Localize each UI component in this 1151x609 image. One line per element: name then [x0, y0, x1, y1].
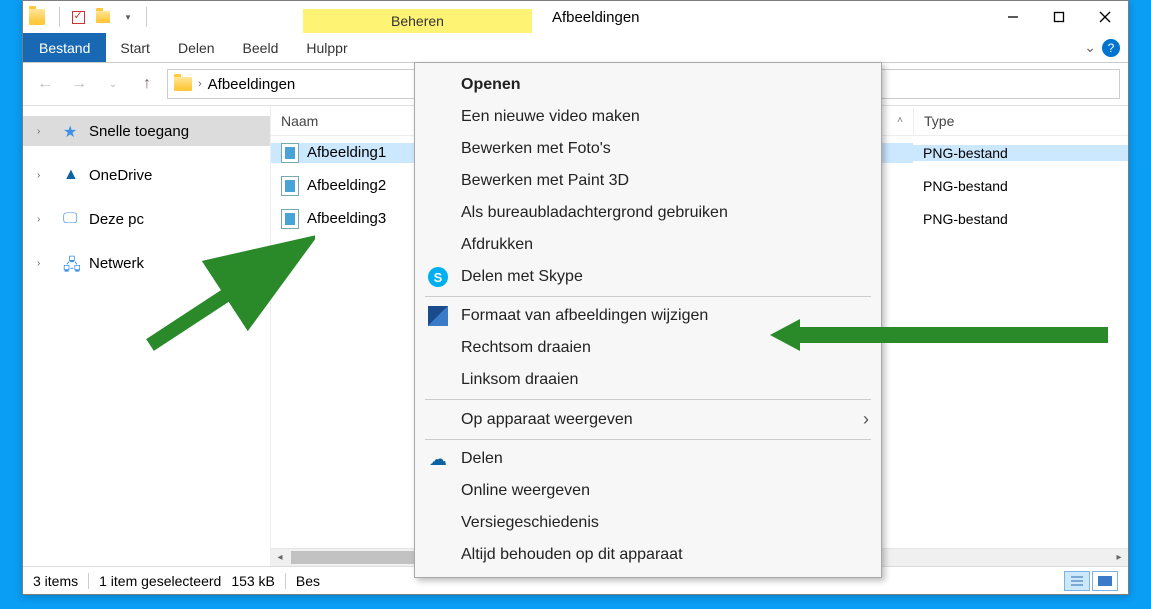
cm-rotate-left[interactable]: Linksom draaien — [415, 364, 881, 396]
cm-label: Delen met Skype — [461, 268, 583, 286]
star-icon: ★ — [63, 122, 81, 140]
ribbon-collapse-button[interactable]: ⌄ — [1084, 39, 1096, 56]
resize-icon — [427, 305, 449, 327]
file-type: PNG-bestand — [913, 178, 1128, 194]
skype-icon: S — [427, 266, 449, 288]
view-details-button[interactable] — [1064, 571, 1090, 591]
nav-back-button[interactable]: ← — [31, 70, 59, 98]
cm-view-online[interactable]: Online weergeven — [415, 475, 881, 507]
column-header-label: Naam — [281, 113, 318, 129]
cm-separator — [425, 296, 871, 297]
cm-always-keep[interactable]: Altijd behouden op dit apparaat — [415, 539, 881, 571]
cm-label: Op apparaat weergeven — [461, 411, 633, 429]
window-title: Afbeeldingen — [552, 9, 640, 26]
sidebar-item-quickaccess[interactable]: › ★ Snelle toegang — [23, 116, 270, 146]
ribbon-tab-tools[interactable]: Hulppr — [292, 33, 361, 62]
cm-new-video[interactable]: Een nieuwe video maken — [415, 101, 881, 133]
cm-label: Delen — [461, 450, 503, 468]
folder-icon — [174, 77, 192, 91]
maximize-button[interactable] — [1036, 1, 1082, 33]
minimize-icon — [1007, 11, 1019, 23]
app-folder-icon — [29, 9, 45, 25]
cm-separator — [425, 399, 871, 400]
cm-print[interactable]: Afdrukken — [415, 229, 881, 261]
status-extra: Bes — [296, 573, 320, 589]
sidebar-item-onedrive[interactable]: › ▲ OneDrive — [23, 160, 270, 190]
sort-indicator-icon: ˄ — [897, 115, 903, 126]
status-item-count: 3 items — [33, 573, 78, 589]
tree-chevron-icon[interactable]: › — [37, 214, 51, 225]
cm-edit-paint3d[interactable]: Bewerken met Paint 3D — [415, 165, 881, 197]
column-header-type[interactable]: Type — [913, 108, 1128, 134]
cm-label: Formaat van afbeeldingen wijzigen — [461, 307, 708, 325]
checkbox-icon — [72, 11, 85, 24]
breadcrumb-item[interactable]: Afbeeldingen — [208, 76, 296, 93]
ribbon-tab-start[interactable]: Start — [106, 33, 164, 62]
scroll-left-button[interactable]: ◂ — [271, 549, 289, 566]
file-type: PNG-bestand — [913, 145, 1128, 161]
titlebar: ▾ Beheren Afbeeldingen — [23, 1, 1128, 33]
tree-chevron-icon[interactable]: › — [37, 258, 51, 269]
annotation-arrow-left — [140, 235, 315, 355]
file-name: Afbeelding3 — [307, 210, 386, 227]
close-button[interactable] — [1082, 1, 1128, 33]
nav-recent-button[interactable]: ⌄ — [99, 70, 127, 98]
context-tab-group: Beheren — [303, 1, 532, 33]
close-icon — [1099, 11, 1111, 23]
cm-version-history[interactable]: Versiegeschiedenis — [415, 507, 881, 539]
nav-forward-button[interactable]: → — [65, 70, 93, 98]
qat-separator — [59, 7, 60, 27]
scroll-thumb[interactable] — [291, 551, 431, 564]
image-file-icon — [281, 176, 299, 196]
annotation-arrow-right — [770, 315, 1110, 355]
ribbon-tabs: Bestand Start Delen Beeld Hulppr ⌄ ? — [23, 33, 1128, 63]
statusbar-separator — [285, 573, 286, 589]
cm-open[interactable]: Openen — [415, 69, 881, 101]
scroll-right-button[interactable]: ▸ — [1110, 549, 1128, 566]
cm-cast-to[interactable]: Op apparaat weergeven › — [415, 403, 881, 436]
thumbnails-view-icon — [1097, 575, 1113, 587]
context-tab-label[interactable]: Beheren — [303, 9, 532, 33]
monitor-icon: 🖵 — [63, 210, 81, 228]
cm-separator — [425, 439, 871, 440]
image-file-icon — [281, 143, 299, 163]
tree-chevron-icon[interactable]: › — [37, 170, 51, 181]
onedrive-icon: ☁ — [427, 448, 449, 470]
details-view-icon — [1069, 575, 1085, 587]
cm-edit-photos[interactable]: Bewerken met Foto's — [415, 133, 881, 165]
network-icon: 🖧 — [63, 254, 81, 272]
submenu-arrow-icon: › — [863, 409, 869, 430]
image-file-icon — [281, 209, 299, 229]
view-thumbnails-button[interactable] — [1092, 571, 1118, 591]
help-button[interactable]: ? — [1102, 39, 1120, 57]
sidebar-item-label: Deze pc — [89, 211, 144, 228]
qat-separator-2 — [146, 7, 147, 27]
ribbon-tab-share[interactable]: Delen — [164, 33, 229, 62]
nav-up-button[interactable]: ↑ — [133, 70, 161, 98]
qat-properties-button[interactable] — [67, 6, 89, 28]
qat-customize-button[interactable]: ▾ — [117, 6, 139, 28]
file-name: Afbeelding2 — [307, 177, 386, 194]
maximize-icon — [1053, 11, 1065, 23]
minimize-button[interactable] — [990, 1, 1036, 33]
folder-icon — [96, 11, 110, 23]
status-size: 153 kB — [231, 573, 275, 589]
cm-share[interactable]: ☁ Delen — [415, 443, 881, 475]
sidebar-item-label: Snelle toegang — [89, 123, 189, 140]
file-type: PNG-bestand — [913, 211, 1128, 227]
sidebar-item-label: OneDrive — [89, 167, 152, 184]
statusbar-separator — [88, 573, 89, 589]
cm-set-background[interactable]: Als bureaubladachtergrond gebruiken — [415, 197, 881, 229]
file-name: Afbeelding1 — [307, 144, 386, 161]
qat-newfolder-button[interactable] — [92, 6, 114, 28]
tree-chevron-icon[interactable]: › — [37, 126, 51, 137]
status-selection: 1 item geselecteerd — [99, 573, 221, 589]
cloud-icon: ▲ — [63, 166, 81, 184]
sidebar-item-label: Netwerk — [89, 255, 144, 272]
breadcrumb-separator-icon: › — [198, 78, 202, 90]
cm-share-skype[interactable]: S Delen met Skype — [415, 261, 881, 293]
ribbon-tab-view[interactable]: Beeld — [229, 33, 293, 62]
ribbon-tab-file[interactable]: Bestand — [23, 33, 106, 62]
sidebar-item-thispc[interactable]: › 🖵 Deze pc — [23, 204, 270, 234]
